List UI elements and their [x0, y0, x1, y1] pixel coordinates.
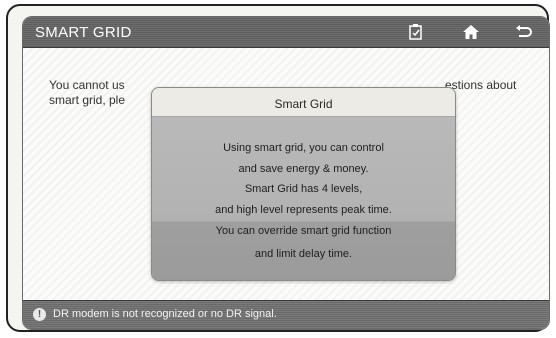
title-bar: SMART GRID: [23, 17, 549, 48]
clipboard-icon[interactable]: [405, 21, 427, 43]
dialog-line: You can override smart grid function: [215, 225, 392, 237]
back-icon[interactable]: [513, 21, 535, 43]
background-text-line1-end: estions about: [445, 78, 517, 92]
dialog-line: Using smart grid, you can control: [223, 142, 384, 154]
dialog-line: Smart Grid has 4 levels,: [244, 183, 363, 195]
dialog-header: Smart Grid: [152, 88, 455, 117]
dialog-line: and high level represents peak time.: [215, 204, 392, 216]
smart-grid-dialog[interactable]: Smart Grid Using smart grid, you can con…: [151, 87, 456, 281]
status-message: DR modem is not recognized or no DR sign…: [53, 308, 277, 320]
page-title: SMART GRID: [35, 24, 132, 41]
info-icon: !: [33, 308, 46, 321]
dialog-title: Smart Grid: [274, 97, 333, 111]
dialog-line: and limit delay time.: [254, 248, 353, 260]
status-bar: ! DR modem is not recognized or no DR si…: [23, 300, 549, 329]
background-text-line2: smart grid, ple: [49, 93, 126, 107]
dialog-line: and save energy & money.: [238, 163, 369, 175]
home-icon[interactable]: [460, 21, 482, 43]
dialog-body: Using smart grid, you can control and sa…: [152, 117, 455, 280]
screen: SMART GRID You cannot us estions about s…: [22, 16, 550, 330]
device-frame: SMART GRID You cannot us estions about s…: [6, 4, 550, 332]
